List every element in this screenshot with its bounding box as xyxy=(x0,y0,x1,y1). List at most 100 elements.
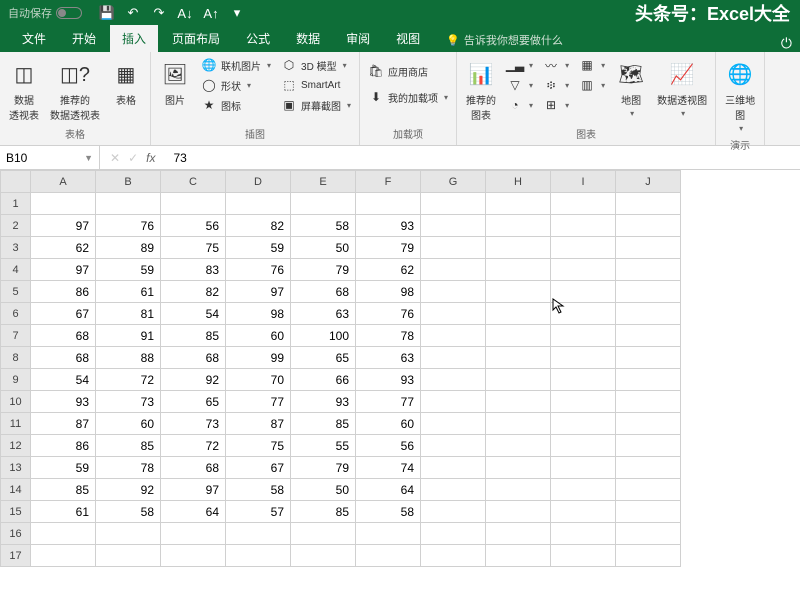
line-chart-button[interactable]: 〰 xyxy=(541,56,571,74)
cell[interactable] xyxy=(356,193,421,215)
column-header[interactable]: E xyxy=(291,171,356,193)
cell[interactable]: 68 xyxy=(31,325,96,347)
column-header[interactable]: G xyxy=(421,171,486,193)
cell[interactable]: 72 xyxy=(161,435,226,457)
cell[interactable]: 77 xyxy=(356,391,421,413)
column-header[interactable]: F xyxy=(356,171,421,193)
cell[interactable] xyxy=(551,325,616,347)
cell[interactable] xyxy=(616,237,681,259)
cell[interactable] xyxy=(161,545,226,567)
sort-asc-icon[interactable]: A↓ xyxy=(178,6,192,20)
cell[interactable] xyxy=(161,523,226,545)
cell[interactable]: 93 xyxy=(356,215,421,237)
tab-insert[interactable]: 插入 xyxy=(110,25,158,52)
cell[interactable] xyxy=(616,303,681,325)
cell[interactable] xyxy=(421,457,486,479)
row-header[interactable]: 4 xyxy=(1,259,31,281)
column-header[interactable]: A xyxy=(31,171,96,193)
cell[interactable] xyxy=(551,435,616,457)
cell[interactable] xyxy=(421,501,486,523)
screenshot-button[interactable]: ▣屏幕截图 xyxy=(279,96,353,114)
cell[interactable]: 75 xyxy=(226,435,291,457)
cell[interactable] xyxy=(421,369,486,391)
row-header[interactable]: 7 xyxy=(1,325,31,347)
cell[interactable]: 88 xyxy=(96,347,161,369)
cell[interactable]: 85 xyxy=(96,435,161,457)
cell[interactable] xyxy=(161,193,226,215)
cell[interactable] xyxy=(421,215,486,237)
cell[interactable] xyxy=(551,259,616,281)
cancel-icon[interactable]: ✕ xyxy=(110,151,120,165)
scatter-button[interactable]: ፨ xyxy=(541,76,571,94)
cell[interactable]: 98 xyxy=(226,303,291,325)
cell[interactable]: 61 xyxy=(31,501,96,523)
cell[interactable] xyxy=(486,259,551,281)
cell[interactable]: 56 xyxy=(356,435,421,457)
cell[interactable]: 61 xyxy=(96,281,161,303)
cell[interactable]: 63 xyxy=(356,347,421,369)
cell[interactable] xyxy=(421,523,486,545)
sort-desc-icon[interactable]: A↑ xyxy=(204,6,218,20)
column-header[interactable]: B xyxy=(96,171,161,193)
model3d-button[interactable]: ⬡3D 模型 xyxy=(279,56,353,74)
tab-page-layout[interactable]: 页面布局 xyxy=(160,25,232,52)
cell[interactable] xyxy=(551,479,616,501)
cell[interactable]: 97 xyxy=(31,215,96,237)
cell[interactable]: 93 xyxy=(291,391,356,413)
cell[interactable]: 79 xyxy=(291,259,356,281)
table-button[interactable]: ▦ 表格 xyxy=(108,56,144,109)
cell[interactable] xyxy=(616,281,681,303)
cell[interactable] xyxy=(551,215,616,237)
cell[interactable]: 57 xyxy=(226,501,291,523)
combo-button[interactable]: ▥ xyxy=(577,76,607,94)
cell[interactable] xyxy=(96,193,161,215)
cell[interactable] xyxy=(356,523,421,545)
cell[interactable]: 85 xyxy=(161,325,226,347)
row-header[interactable]: 1 xyxy=(1,193,31,215)
cell[interactable]: 67 xyxy=(31,303,96,325)
cell[interactable] xyxy=(616,545,681,567)
funnel-button[interactable]: ▽ xyxy=(505,76,535,94)
map-chart-button[interactable]: 🗺 地图 xyxy=(613,56,649,120)
row-header[interactable]: 17 xyxy=(1,545,31,567)
cell[interactable]: 72 xyxy=(96,369,161,391)
row-header[interactable]: 14 xyxy=(1,479,31,501)
cell[interactable] xyxy=(421,391,486,413)
cell[interactable]: 60 xyxy=(96,413,161,435)
cell[interactable]: 65 xyxy=(291,347,356,369)
cell[interactable] xyxy=(551,391,616,413)
cell[interactable]: 64 xyxy=(161,501,226,523)
cell[interactable]: 93 xyxy=(356,369,421,391)
icons-button[interactable]: ★图标 xyxy=(199,96,273,114)
tell-me-search[interactable]: 💡 告诉我你想要做什么 xyxy=(446,32,563,52)
row-header[interactable]: 10 xyxy=(1,391,31,413)
cell[interactable] xyxy=(551,281,616,303)
column-header[interactable]: J xyxy=(616,171,681,193)
cell[interactable] xyxy=(226,545,291,567)
cell[interactable] xyxy=(356,545,421,567)
cell[interactable] xyxy=(616,391,681,413)
cell[interactable] xyxy=(226,193,291,215)
treemap-button[interactable]: ▦ xyxy=(577,56,607,74)
cell[interactable]: 97 xyxy=(161,479,226,501)
cell[interactable] xyxy=(486,215,551,237)
cell[interactable]: 85 xyxy=(31,479,96,501)
cell[interactable]: 75 xyxy=(161,237,226,259)
cell[interactable]: 64 xyxy=(356,479,421,501)
cell[interactable] xyxy=(486,523,551,545)
cell[interactable]: 68 xyxy=(161,347,226,369)
cell[interactable] xyxy=(486,281,551,303)
pivot-chart-button[interactable]: 📈 数据透视图 xyxy=(655,56,709,120)
tab-home[interactable]: 开始 xyxy=(60,25,108,52)
cell[interactable]: 97 xyxy=(226,281,291,303)
cell[interactable] xyxy=(616,215,681,237)
cell[interactable] xyxy=(616,523,681,545)
row-header[interactable]: 15 xyxy=(1,501,31,523)
cell[interactable]: 68 xyxy=(161,457,226,479)
cell[interactable]: 65 xyxy=(161,391,226,413)
cell[interactable] xyxy=(486,545,551,567)
cell[interactable] xyxy=(291,545,356,567)
cell[interactable] xyxy=(31,545,96,567)
cell[interactable]: 76 xyxy=(226,259,291,281)
cell[interactable]: 58 xyxy=(356,501,421,523)
